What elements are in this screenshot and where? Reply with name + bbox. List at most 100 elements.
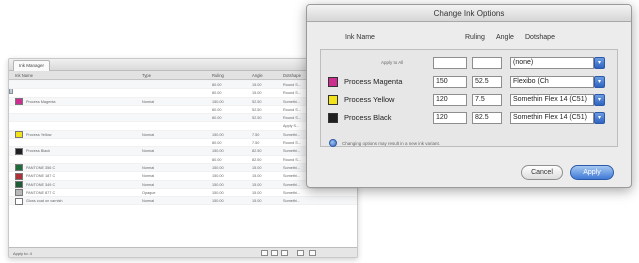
ink-list-row[interactable]: 80.00 82.50 Round S...: [9, 156, 357, 164]
tab-ink-manager[interactable]: Ink Manager: [13, 60, 51, 71]
apply-to-all-angle-field[interactable]: [472, 57, 502, 69]
col-header-dotshape[interactable]: Dotshape: [283, 73, 301, 78]
ink-ruling-cell: 150.00: [212, 182, 224, 187]
ruling-field[interactable]: 120: [433, 94, 467, 106]
ink-type-cell: Normal: [142, 174, 155, 179]
ink-ruling-cell: 150.00: [212, 149, 224, 154]
col-header-ink-name[interactable]: Ink Name: [15, 73, 33, 78]
ink-type-cell: Normal: [142, 132, 155, 137]
ink-type-cell: Normal: [142, 199, 155, 204]
col-header-ruling: Ruling: [465, 34, 485, 41]
ink-angle-cell: 15.00: [252, 190, 262, 195]
ink-row-magenta: Process Magenta 150 52.5 Flexibo (Ch ▾: [321, 75, 617, 89]
ink-swatch-icon: [15, 147, 23, 155]
ink-row-yellow: Process Yellow 120 7.5 Somethin Flex 14 …: [321, 93, 617, 107]
ink-list-row[interactable]: Process Yellow Normal 150.00 7.50 Somethi...: [9, 130, 357, 140]
ink-angle-cell: 15.00: [252, 174, 262, 179]
ink-ruling-cell: 80.00: [212, 91, 222, 96]
angle-field[interactable]: 52.5: [472, 76, 502, 88]
ink-name-cell: Process Magenta: [26, 99, 56, 104]
change-ink-options-dialog: Change Ink Options Ink Name Ruling Angle…: [306, 4, 632, 188]
swatch-icon: [328, 77, 338, 87]
ink-list-row[interactable]: Process Magenta Normal 150.00 52.50 Somethi.…: [9, 97, 357, 106]
ink-swatch-icon: [15, 189, 23, 197]
ink-name: Process Yellow: [344, 95, 395, 104]
col-header-angle[interactable]: Angle: [252, 73, 263, 78]
chevron-down-icon[interactable]: ▾: [594, 112, 605, 124]
swatch-icon: [328, 113, 338, 123]
ink-swatch-icon: [15, 98, 23, 106]
ruling-field[interactable]: 150: [433, 76, 467, 88]
apply-to-all-dotshape-select[interactable]: (none): [510, 57, 594, 69]
trash-icon[interactable]: [309, 250, 316, 256]
ink-list-row[interactable]: PANTONE 356 C Normal 150.00 15.00 Somethi...: [9, 163, 357, 173]
ink-angle-cell: 15.00: [252, 91, 262, 96]
ink-list-row[interactable]: Process Black Normal 150.00 82.50 Somethi...: [9, 147, 357, 156]
ink-type-cell: Normal: [142, 99, 155, 104]
ink-dotshape-cell: Somethi...: [283, 99, 301, 104]
angle-field[interactable]: 82.5: [472, 112, 502, 124]
ink-row-black: Process Black 120 82.5 Somethin Flex 14 …: [321, 111, 617, 125]
apply-to-all-ruling-field[interactable]: [433, 57, 467, 69]
apply-to-all-row: Apply to All (none) ▾: [321, 56, 617, 70]
ink-swatch-icon: [15, 131, 23, 139]
ink-variant-note: Changing options may result in a new ink…: [342, 141, 441, 146]
ink-list-row[interactable]: 80.00 15.00 Round S...: [9, 89, 357, 98]
ink-dotshape-cell: Round S...: [283, 91, 301, 96]
ink-swatch-icon: [15, 164, 23, 172]
dotshape-select[interactable]: Flexibo (Ch: [510, 76, 594, 88]
ink-manager-footer: Apply to: 4: [9, 247, 357, 257]
footer-button-2[interactable]: [271, 250, 278, 256]
ink-manager-tabbar: Ink Manager: [9, 59, 357, 71]
ink-list-row[interactable]: 80.00 7.50 Round S...: [9, 139, 357, 148]
chevron-down-icon[interactable]: ▾: [594, 76, 605, 88]
ink-angle-cell: 15.00: [252, 165, 262, 170]
ink-ruling-cell: 150.00: [212, 99, 224, 104]
ink-ruling-cell: 80.00: [212, 83, 222, 87]
footer-button-3[interactable]: [281, 250, 288, 256]
ink-name-cell: PANTONE 877 C: [26, 190, 56, 195]
col-header-angle: Angle: [496, 34, 514, 41]
footer-button-1[interactable]: [261, 250, 268, 256]
apply-button[interactable]: Apply: [570, 165, 614, 180]
ruling-field[interactable]: 120: [433, 112, 467, 124]
apply-to-all-label: Apply to All: [381, 60, 404, 65]
ink-list-row[interactable]: 80.00 52.50 Round S...: [9, 114, 357, 123]
ink-dotshape-cell: Round S...: [283, 141, 301, 146]
ink-swatch-icon: [15, 197, 23, 205]
ink-dotshape-cell: Somethi...: [283, 174, 301, 179]
ink-angle-cell: 52.50: [252, 116, 262, 121]
ink-list-row[interactable]: PANTONE 349 C Normal 150.00 15.00 Somethi...: [9, 180, 357, 189]
ink-list-row[interactable]: 80.00 52.50 Round S...: [9, 106, 357, 115]
ink-list-row[interactable]: PANTONE 187 C Normal 150.00 15.00 Somethi...: [9, 172, 357, 181]
ink-dotshape-cell: Somethi...: [283, 165, 301, 170]
col-header-ink-name: Ink Name: [345, 34, 375, 41]
ink-list-row[interactable]: Gloss coat on varnish Normal 150.00 15.00 So…: [9, 197, 357, 206]
ink-dotshape-cell: Somethi...: [283, 182, 301, 187]
ink-options-form: Apply to All (none) ▾ Process Magenta 15…: [320, 49, 618, 147]
dotshape-select[interactable]: Somethin Flex 14 (C51): [510, 94, 594, 106]
cancel-button[interactable]: Cancel: [521, 165, 563, 180]
ink-name: Process Magenta: [344, 77, 403, 86]
info-icon: [329, 139, 337, 147]
col-header-ruling[interactable]: Ruling: [212, 73, 224, 78]
ink-dotshape-cell: Round S...: [283, 83, 301, 87]
ink-dotshape-cell: Round S...: [283, 116, 301, 121]
ink-type-cell: Opaque: [142, 190, 156, 195]
ink-list-row[interactable]: Apply S...: [9, 122, 357, 131]
ink-angle-cell: 82.50: [252, 149, 262, 154]
footer-button-4[interactable]: [297, 250, 304, 256]
ink-list-row[interactable]: 80.00 15.00 Round S...: [9, 81, 357, 90]
chevron-down-icon[interactable]: ▾: [594, 94, 605, 106]
ink-list-header: Ink Name Type Ruling Angle Dotshape: [9, 71, 357, 80]
ink-list-row[interactable]: PANTONE 877 C Opaque 150.00 15.00 Somethi...: [9, 189, 357, 198]
chevron-down-icon[interactable]: ▾: [594, 57, 605, 69]
ink-dotshape-cell: Somethi...: [283, 199, 301, 204]
footer-label: Apply to: 4: [13, 251, 32, 256]
dotshape-select[interactable]: Somethin Flex 14 (C51): [510, 112, 594, 124]
col-header-type[interactable]: Type: [142, 73, 151, 78]
angle-field[interactable]: 7.5: [472, 94, 502, 106]
ink-name-cell: PANTONE 349 C: [26, 182, 56, 187]
ink-swatch-icon: [15, 181, 23, 189]
ink-ruling-cell: 150.00: [212, 174, 224, 179]
